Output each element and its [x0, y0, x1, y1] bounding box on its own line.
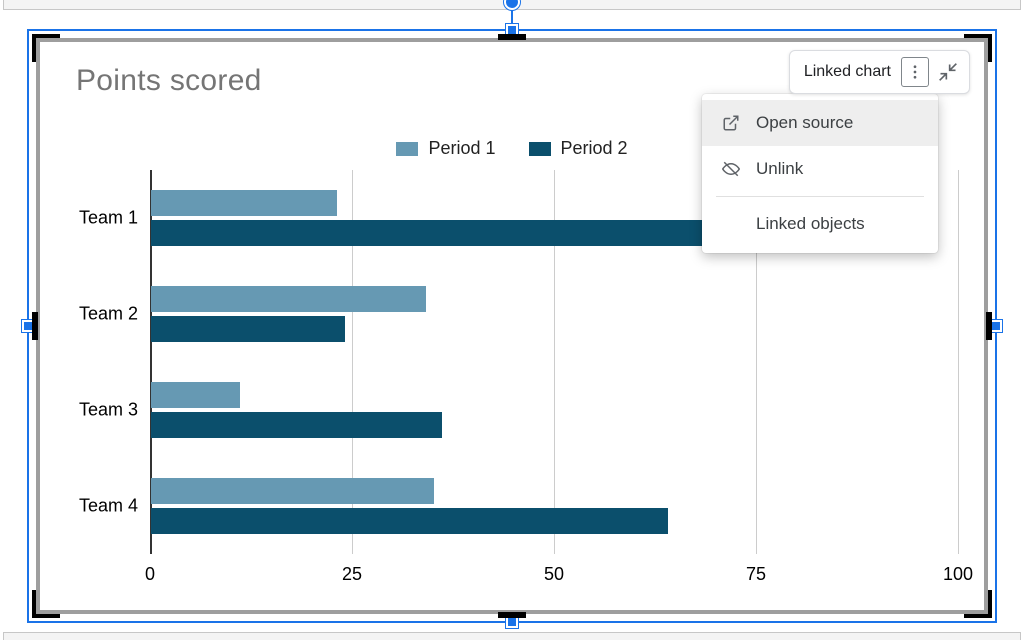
- x-tick-label: 25: [342, 564, 362, 585]
- x-tick-label: 75: [746, 564, 766, 585]
- linked-chart-chip: Linked chart: [789, 50, 970, 94]
- menu-unlink[interactable]: Unlink: [702, 146, 938, 192]
- menu-label: Unlink: [756, 159, 803, 179]
- bar: [151, 382, 240, 408]
- chart-title: Points scored: [76, 64, 262, 98]
- bar: [151, 316, 345, 342]
- x-tick-label: 50: [544, 564, 564, 585]
- menu-separator: [716, 196, 924, 197]
- unlink-icon: [720, 160, 742, 178]
- menu-linked-objects[interactable]: Linked objects: [702, 201, 938, 247]
- bar: [151, 508, 668, 534]
- bar: [151, 190, 337, 216]
- bar: [151, 412, 442, 438]
- crop-edge-e[interactable]: [986, 312, 992, 340]
- x-tick-label: 100: [943, 564, 973, 585]
- linked-chart-label: Linked chart: [804, 63, 891, 81]
- legend-item: Period 1: [396, 138, 495, 159]
- bar: [151, 478, 434, 504]
- editor-canvas: Points scored Period 1 Period 2 0 25 50 75 1…: [0, 0, 1024, 640]
- y-tick-label: Team 2: [18, 304, 138, 325]
- crop-edge-s[interactable]: [498, 612, 526, 618]
- legend-swatch: [396, 142, 418, 156]
- legend-label: Period 2: [561, 138, 628, 159]
- collapse-icon: [938, 62, 958, 82]
- more-vertical-icon: [906, 63, 924, 81]
- linked-chart-options-button[interactable]: [901, 57, 929, 87]
- y-tick-label: Team 4: [18, 496, 138, 517]
- menu-label: Open source: [756, 113, 853, 133]
- gridline: [958, 170, 959, 554]
- legend-item: Period 2: [529, 138, 628, 159]
- y-tick-label: Team 1: [18, 208, 138, 229]
- legend-label: Period 1: [428, 138, 495, 159]
- bar: [151, 286, 426, 312]
- linked-chart-menu: Open source Unlink Linked objects: [702, 94, 938, 253]
- x-tick-label: 0: [145, 564, 155, 585]
- menu-label: Linked objects: [756, 214, 865, 234]
- menu-open-source[interactable]: Open source: [702, 100, 938, 146]
- open-external-icon: [720, 114, 742, 132]
- legend-swatch: [529, 142, 551, 156]
- crop-edge-n[interactable]: [498, 34, 526, 40]
- collapse-chip-button[interactable]: [935, 58, 961, 86]
- y-tick-label: Team 3: [18, 400, 138, 421]
- slide-boundary-bottom: [3, 632, 1021, 640]
